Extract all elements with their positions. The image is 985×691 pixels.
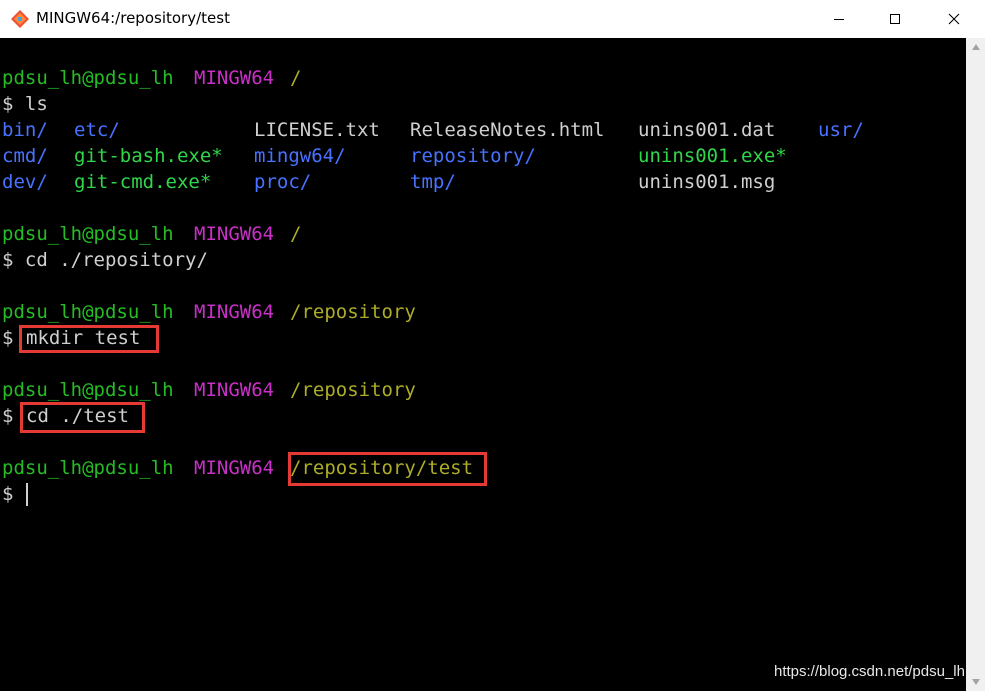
ls-entry: unins001.exe* [638, 145, 787, 167]
dollar-sign: $ [2, 327, 14, 349]
ls-output-row: dev/ git-cmd.exe* proc/ tmp/ unins001.ms… [2, 169, 775, 195]
prompt-user: pdsu_lh@pdsu_lh [2, 223, 174, 245]
highlight-box [19, 325, 159, 353]
prompt-user: pdsu_lh@pdsu_lh [2, 457, 174, 479]
input-line[interactable]: $ [2, 481, 48, 507]
ls-entry: git-cmd.exe* [74, 171, 212, 193]
ls-output-row: bin/ etc/ LICENSE.txt ReleaseNotes.html … [2, 117, 864, 143]
prompt-line: pdsu_lh@pdsu_lh MINGW64 / [2, 221, 301, 247]
prompt-line: pdsu_lh@pdsu_lh MINGW64 /repository [2, 377, 416, 403]
ls-entry: ReleaseNotes.html [410, 119, 605, 141]
ls-entry: tmp/ [410, 171, 456, 193]
minimize-icon [834, 19, 844, 20]
ls-entry: unins001.msg [638, 171, 776, 193]
prompt-host: MINGW64 [194, 301, 275, 323]
prompt-line: pdsu_lh@pdsu_lh MINGW64 /repository [2, 299, 416, 325]
command-line: $ cd ./repository/ [2, 247, 208, 273]
highlight-box [20, 402, 145, 433]
command-text: $ ls [2, 93, 48, 115]
prompt-path: /repository [290, 301, 416, 323]
ls-entry: etc/ [74, 119, 120, 141]
highlight-box [288, 452, 487, 486]
minimize-button[interactable] [816, 0, 862, 38]
prompt-user: pdsu_lh@pdsu_lh [2, 301, 174, 323]
ls-entry: bin/ [2, 119, 48, 141]
close-button[interactable] [931, 0, 977, 38]
scroll-down-button[interactable] [966, 673, 985, 691]
scroll-up-button[interactable] [966, 38, 985, 56]
ls-output-row: cmd/ git-bash.exe* mingw64/ repository/ … [2, 143, 787, 169]
terminal-output[interactable]: pdsu_lh@pdsu_lh MINGW64 / $ ls bin/ etc/… [0, 38, 966, 691]
prompt-host: MINGW64 [194, 223, 275, 245]
command-line: $ ls [2, 91, 48, 117]
title-bar: MINGW64:/repository/test [0, 0, 985, 38]
ls-entry: git-bash.exe* [74, 145, 223, 167]
ls-entry: LICENSE.txt [254, 119, 380, 141]
arrow-down-icon [971, 679, 980, 685]
ls-entry: repository/ [410, 145, 536, 167]
prompt-path: / [290, 223, 302, 245]
prompt-user: pdsu_lh@pdsu_lh [2, 67, 174, 89]
dollar-sign: $ [2, 483, 14, 505]
prompt-line: pdsu_lh@pdsu_lh MINGW64 /repository/test [2, 455, 473, 481]
text-cursor [26, 483, 28, 506]
maximize-icon [890, 14, 900, 24]
ls-entry: mingw64/ [254, 145, 346, 167]
prompt-path: /repository [290, 379, 416, 401]
git-bash-icon [11, 10, 29, 28]
ls-entry: cmd/ [2, 145, 48, 167]
ls-entry: proc/ [254, 171, 312, 193]
window-title: MINGW64:/repository/test [36, 9, 230, 27]
prompt-host: MINGW64 [194, 457, 275, 479]
prompt-host: MINGW64 [194, 379, 275, 401]
prompt-path: / [290, 67, 302, 89]
close-icon [948, 13, 960, 25]
maximize-button[interactable] [872, 0, 918, 38]
ls-entry: unins001.dat [638, 119, 776, 141]
command-text: $ cd ./repository/ [2, 249, 208, 271]
watermark: https://blog.csdn.net/pdsu_lh [774, 663, 965, 680]
ls-entry: usr/ [818, 119, 864, 141]
arrow-up-icon [971, 44, 980, 50]
prompt-line: pdsu_lh@pdsu_lh MINGW64 / [2, 65, 301, 91]
ls-entry: dev/ [2, 171, 48, 193]
vertical-scrollbar[interactable] [966, 38, 985, 691]
prompt-host: MINGW64 [194, 67, 275, 89]
dollar-sign: $ [2, 405, 14, 427]
prompt-user: pdsu_lh@pdsu_lh [2, 379, 174, 401]
